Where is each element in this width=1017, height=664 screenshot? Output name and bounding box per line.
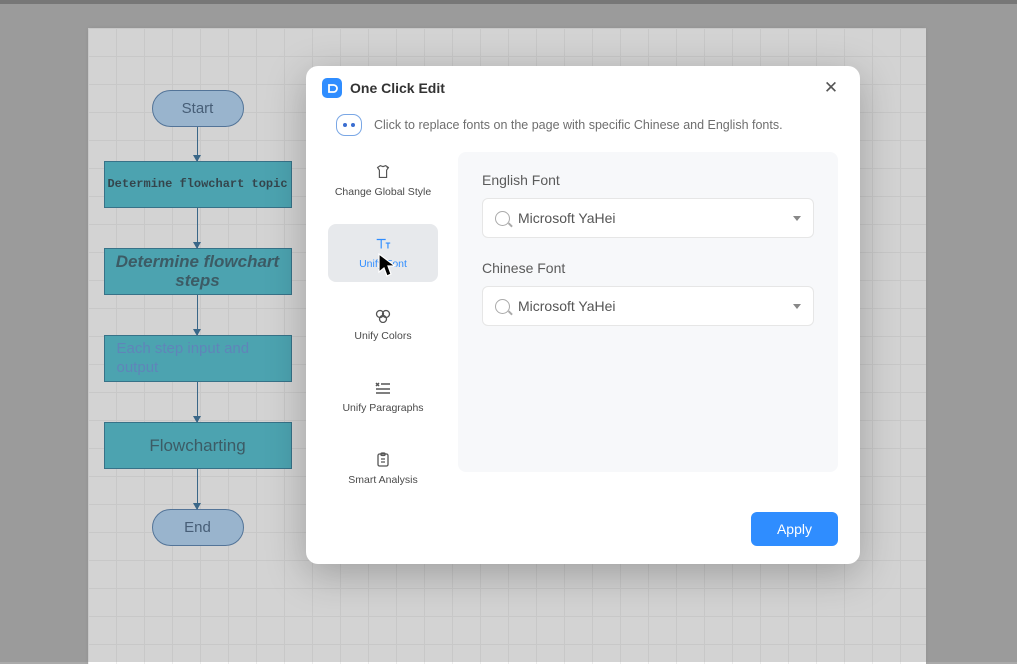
search-icon [495, 211, 510, 226]
dialog-description-row: Click to replace fonts on the page with … [306, 110, 860, 152]
dialog-footer: Apply [306, 498, 860, 564]
sidebar-item-label: Change Global Style [335, 186, 431, 198]
sidebar-item-label: Smart Analysis [348, 474, 417, 486]
apply-button[interactable]: Apply [751, 512, 838, 546]
flow-step-flowcharting[interactable]: Flowcharting [104, 422, 292, 469]
sidebar-item-unify-paragraphs[interactable]: Unify Paragraphs [328, 368, 438, 426]
english-font-label: English Font [482, 172, 814, 188]
dialog-header: One Click Edit ✕ [306, 66, 860, 110]
chevron-down-icon [793, 304, 801, 309]
flow-step-io[interactable]: Each step input and output [104, 335, 292, 382]
clipboard-icon [374, 452, 392, 468]
sidebar-item-smart-analysis[interactable]: Smart Analysis [328, 440, 438, 498]
chevron-down-icon [793, 216, 801, 221]
close-icon: ✕ [824, 78, 838, 98]
sidebar-item-label: Unify Font [359, 258, 407, 270]
sidebar-item-unify-font[interactable]: Unify Font [328, 224, 438, 282]
sidebar-item-label: Unify Colors [354, 330, 411, 342]
dialog-title: One Click Edit [350, 80, 445, 96]
toolbar-strip [0, 0, 1017, 4]
sidebar-item-change-global-style[interactable]: Change Global Style [328, 152, 438, 210]
content-panel: English Font Microsoft YaHei Chinese Fon… [458, 152, 838, 472]
flowchart: Start Determine flowchart topic Determin… [100, 90, 295, 546]
chinese-font-dropdown[interactable]: Microsoft YaHei [482, 286, 814, 326]
flow-arrow [197, 382, 198, 422]
flow-arrow [197, 295, 198, 335]
sidebar-item-label: Unify Paragraphs [342, 402, 423, 414]
flow-step-topic[interactable]: Determine flowchart topic [104, 161, 292, 208]
assistant-icon [336, 114, 362, 136]
flow-arrow [197, 127, 198, 161]
font-icon [374, 236, 392, 252]
color-circles-icon [374, 308, 392, 324]
one-click-edit-dialog: One Click Edit ✕ Click to replace fonts … [306, 66, 860, 564]
dialog-sidebar: Change Global Style Unify Font Unify Col… [328, 152, 438, 498]
english-font-dropdown[interactable]: Microsoft YaHei [482, 198, 814, 238]
paragraph-icon [374, 380, 392, 396]
flow-arrow [197, 469, 198, 509]
search-icon [495, 299, 510, 314]
close-button[interactable]: ✕ [818, 75, 844, 101]
shirt-icon [374, 164, 392, 180]
sidebar-item-unify-colors[interactable]: Unify Colors [328, 296, 438, 354]
chinese-font-label: Chinese Font [482, 260, 814, 276]
flow-start-terminator[interactable]: Start [152, 90, 244, 127]
flow-end-terminator[interactable]: End [152, 509, 244, 546]
flow-step-steps[interactable]: Determine flowchart steps [104, 248, 292, 295]
flow-arrow [197, 208, 198, 248]
dialog-description: Click to replace fonts on the page with … [374, 118, 783, 132]
english-font-value: Microsoft YaHei [518, 210, 616, 226]
dialog-body: Change Global Style Unify Font Unify Col… [306, 152, 860, 498]
chinese-font-value: Microsoft YaHei [518, 298, 616, 314]
app-logo-icon [322, 78, 342, 98]
